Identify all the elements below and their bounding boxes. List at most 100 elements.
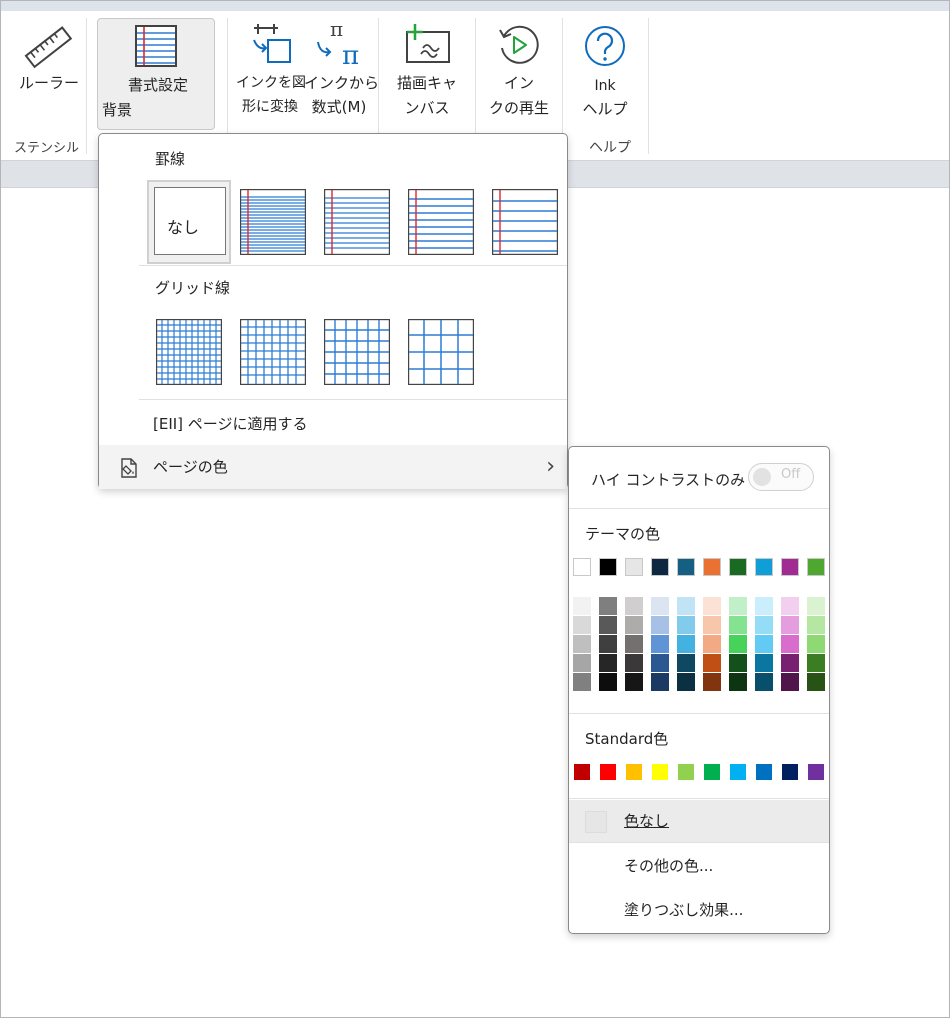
theme-shade-swatch[interactable] <box>599 635 617 653</box>
theme-shade-swatch[interactable] <box>703 597 721 615</box>
standard-color-swatch[interactable] <box>625 763 643 781</box>
standard-color-swatch[interactable] <box>729 763 747 781</box>
standard-color-swatch[interactable] <box>573 763 591 781</box>
grid-very-large-option[interactable] <box>408 319 474 385</box>
theme-shade-swatch[interactable] <box>703 673 721 691</box>
ink-replay-button[interactable]: イン クの再生 <box>482 20 556 120</box>
standard-color-swatch[interactable] <box>755 763 773 781</box>
ink-to-shape-button[interactable]: インクを図 形に変換 <box>236 20 306 120</box>
theme-shade-swatch[interactable] <box>703 616 721 634</box>
no-color-item[interactable]: 色なし <box>569 800 829 842</box>
theme-color-swatch[interactable] <box>625 558 643 576</box>
theme-shade-swatch[interactable] <box>755 616 773 634</box>
theme-shade-swatch[interactable] <box>625 616 643 634</box>
theme-shade-swatch[interactable] <box>703 654 721 672</box>
theme-shade-swatch[interactable] <box>573 597 591 615</box>
theme-shade-swatch[interactable] <box>729 616 747 634</box>
apply-all-pages-item[interactable]: [EII] ページに適用する <box>99 402 567 446</box>
standard-color-swatch[interactable] <box>599 763 617 781</box>
rule-wide-option[interactable] <box>492 189 558 255</box>
theme-shade-swatch[interactable] <box>677 673 695 691</box>
drawing-canvas-button[interactable]: 描画キャ ンバス <box>391 20 463 120</box>
theme-shade-swatch[interactable] <box>755 635 773 653</box>
small-grid-preview <box>156 319 222 385</box>
theme-shade-swatch[interactable] <box>599 673 617 691</box>
theme-shade-swatch[interactable] <box>599 616 617 634</box>
standard-color-swatch[interactable] <box>703 763 721 781</box>
theme-color-swatch[interactable] <box>755 558 773 576</box>
ink-help-button[interactable]: Ink ヘルプ <box>570 20 640 120</box>
more-colors-item[interactable]: その他の色... <box>569 845 829 887</box>
theme-shade-swatch[interactable] <box>599 597 617 615</box>
theme-shade-swatch[interactable] <box>807 597 825 615</box>
grid-medium-option[interactable] <box>240 319 306 385</box>
theme-color-swatch[interactable] <box>651 558 669 576</box>
theme-shade-swatch[interactable] <box>729 635 747 653</box>
standard-rule-preview <box>408 189 474 255</box>
theme-shade-swatch[interactable] <box>677 635 695 653</box>
ink-to-math-label-line1: インクから <box>304 74 380 92</box>
theme-shade-swatch[interactable] <box>703 635 721 653</box>
theme-shade-swatch[interactable] <box>625 635 643 653</box>
theme-shade-swatch[interactable] <box>781 635 799 653</box>
theme-shade-swatch[interactable] <box>677 597 695 615</box>
standard-color-swatch[interactable] <box>781 763 799 781</box>
format-background-button[interactable]: 書式設定 背景 <box>97 18 215 130</box>
theme-shade-swatch[interactable] <box>781 616 799 634</box>
theme-shade-swatch[interactable] <box>807 673 825 691</box>
ink-to-shape-label-line1: インクを図 <box>236 75 306 91</box>
theme-shade-swatch[interactable] <box>807 635 825 653</box>
theme-shade-swatch[interactable] <box>625 654 643 672</box>
rule-narrow-option[interactable] <box>240 189 306 255</box>
theme-color-swatch[interactable] <box>703 558 721 576</box>
theme-shade-swatch[interactable] <box>651 673 669 691</box>
rule-college-option[interactable] <box>324 189 390 255</box>
theme-color-swatch[interactable] <box>677 558 695 576</box>
theme-color-swatch[interactable] <box>807 558 825 576</box>
theme-shade-swatch[interactable] <box>807 654 825 672</box>
theme-shade-swatch[interactable] <box>729 673 747 691</box>
theme-shade-swatch[interactable] <box>573 673 591 691</box>
standard-color-swatch[interactable] <box>677 763 695 781</box>
theme-shade-swatch[interactable] <box>573 616 591 634</box>
standard-color-swatch[interactable] <box>651 763 669 781</box>
theme-shade-swatch[interactable] <box>651 654 669 672</box>
submenu-divider <box>569 713 829 714</box>
theme-shade-swatch[interactable] <box>625 673 643 691</box>
high-contrast-toggle[interactable]: Off <box>748 463 814 491</box>
theme-shade-swatch[interactable] <box>807 616 825 634</box>
theme-shade-swatch[interactable] <box>677 616 695 634</box>
fill-effects-item[interactable]: 塗りつぶし効果... <box>569 889 829 931</box>
theme-shade-swatch[interactable] <box>651 597 669 615</box>
theme-shade-swatch[interactable] <box>755 673 773 691</box>
page-color-item[interactable]: ページの色 › <box>99 445 567 489</box>
narrow-rule-preview <box>240 189 306 255</box>
theme-shade-swatch[interactable] <box>573 654 591 672</box>
theme-shade-swatch[interactable] <box>781 597 799 615</box>
theme-shade-swatch[interactable] <box>573 635 591 653</box>
rule-standard-option[interactable] <box>408 189 474 255</box>
theme-color-swatch[interactable] <box>729 558 747 576</box>
theme-color-swatch[interactable] <box>599 558 617 576</box>
high-contrast-label: ハイ コントラストのみ <box>591 471 746 489</box>
standard-color-swatch[interactable] <box>807 763 825 781</box>
grid-large-option[interactable] <box>324 319 390 385</box>
theme-shade-swatch[interactable] <box>755 654 773 672</box>
theme-shade-swatch[interactable] <box>755 597 773 615</box>
menu-divider <box>139 399 567 400</box>
theme-shade-swatch[interactable] <box>677 654 695 672</box>
ruler-button[interactable]: ルーラー <box>14 20 84 120</box>
theme-color-swatch[interactable] <box>781 558 799 576</box>
grid-small-option[interactable] <box>156 319 222 385</box>
theme-color-swatch[interactable] <box>573 558 591 576</box>
theme-shade-swatch[interactable] <box>599 654 617 672</box>
theme-shade-swatch[interactable] <box>729 654 747 672</box>
theme-shade-swatch[interactable] <box>625 597 643 615</box>
ink-to-math-button[interactable]: π π インクから 数式(M) <box>304 18 380 120</box>
theme-shade-swatch[interactable] <box>651 616 669 634</box>
theme-shade-swatch[interactable] <box>781 673 799 691</box>
theme-shade-swatch[interactable] <box>781 654 799 672</box>
theme-shade-swatch[interactable] <box>651 635 669 653</box>
theme-shade-swatch[interactable] <box>729 597 747 615</box>
rule-none-option[interactable]: なし <box>147 180 231 264</box>
